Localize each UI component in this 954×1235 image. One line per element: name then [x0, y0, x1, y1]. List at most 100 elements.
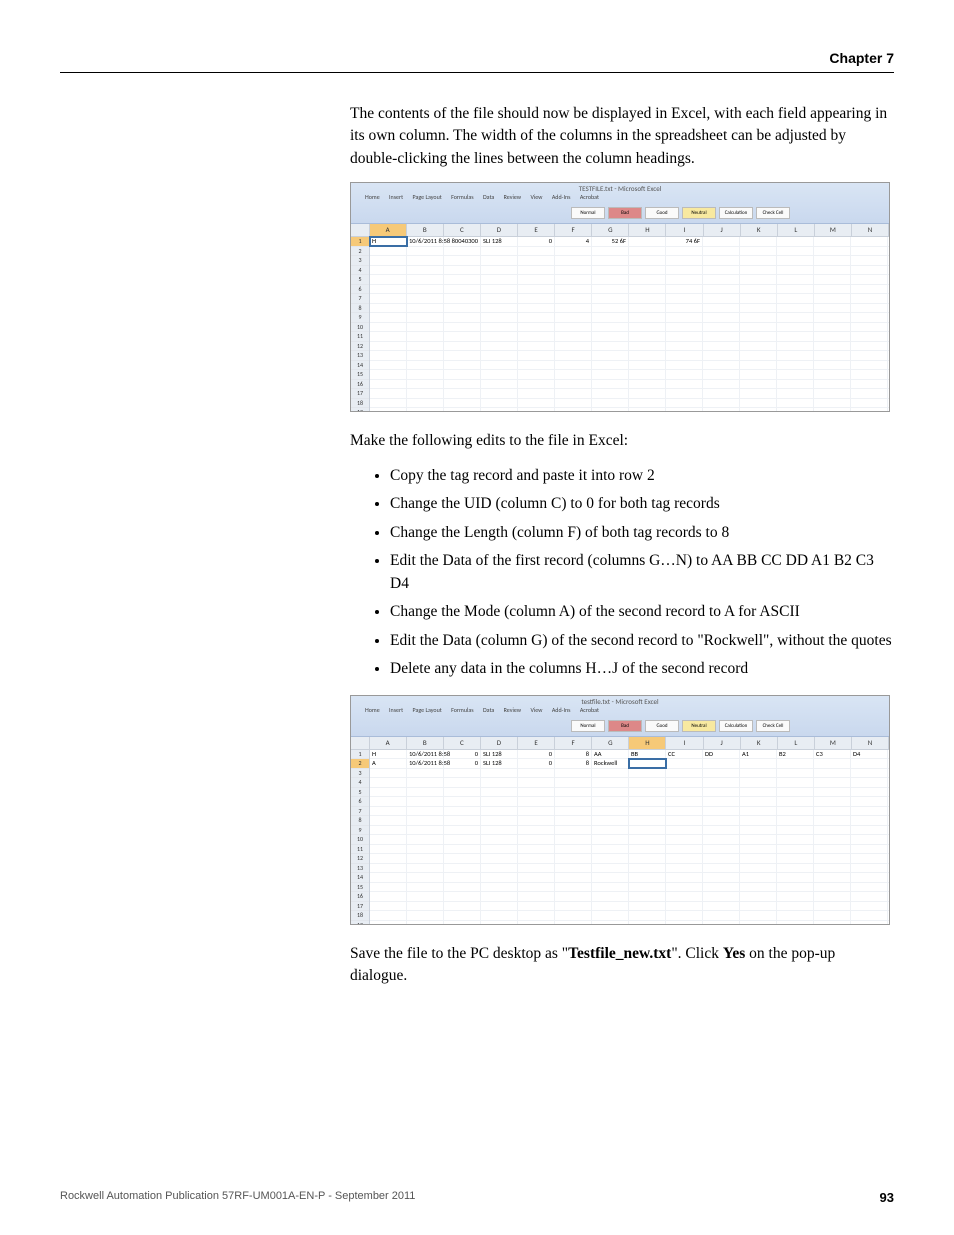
- cell[interactable]: [666, 304, 703, 313]
- cell[interactable]: [703, 788, 740, 797]
- cell[interactable]: [481, 323, 518, 332]
- cell[interactable]: [555, 380, 592, 389]
- cell[interactable]: [777, 759, 814, 768]
- cell[interactable]: 0: [518, 750, 555, 759]
- cell[interactable]: [703, 864, 740, 873]
- cell[interactable]: [444, 911, 481, 920]
- cell[interactable]: [407, 778, 444, 787]
- cell[interactable]: [407, 845, 444, 854]
- cell[interactable]: [370, 778, 407, 787]
- cell[interactable]: [814, 351, 851, 360]
- cell[interactable]: [407, 351, 444, 360]
- cell[interactable]: [407, 399, 444, 408]
- cell[interactable]: [703, 380, 740, 389]
- cell[interactable]: [703, 921, 740, 925]
- cell[interactable]: [740, 237, 777, 246]
- cell[interactable]: [481, 370, 518, 379]
- col-header[interactable]: N: [852, 224, 889, 236]
- cell[interactable]: [814, 323, 851, 332]
- cell[interactable]: [592, 323, 629, 332]
- cell[interactable]: [592, 256, 629, 265]
- cell[interactable]: [740, 816, 777, 825]
- cell[interactable]: [444, 342, 481, 351]
- cell[interactable]: [555, 854, 592, 863]
- cell[interactable]: [518, 399, 555, 408]
- cell[interactable]: [555, 313, 592, 322]
- cell[interactable]: 4: [555, 237, 592, 246]
- cell[interactable]: [740, 351, 777, 360]
- cell[interactable]: [444, 256, 481, 265]
- cell[interactable]: [407, 256, 444, 265]
- cell[interactable]: [740, 313, 777, 322]
- cell[interactable]: [444, 332, 481, 341]
- cell[interactable]: [777, 313, 814, 322]
- cell[interactable]: [444, 854, 481, 863]
- cell[interactable]: [629, 304, 666, 313]
- cell[interactable]: SLI 128: [481, 759, 518, 768]
- cell[interactable]: [481, 807, 518, 816]
- cell[interactable]: [666, 883, 703, 892]
- cell[interactable]: [666, 332, 703, 341]
- cell[interactable]: [444, 892, 481, 901]
- cell[interactable]: [629, 266, 666, 275]
- cell[interactable]: [629, 902, 666, 911]
- cell[interactable]: [407, 361, 444, 370]
- cell[interactable]: [814, 247, 851, 256]
- cell[interactable]: 8: [555, 759, 592, 768]
- ribbon-tab[interactable]: Home: [365, 193, 380, 201]
- cell[interactable]: [629, 275, 666, 284]
- cell[interactable]: [740, 807, 777, 816]
- cell[interactable]: [370, 883, 407, 892]
- cell[interactable]: [777, 835, 814, 844]
- cell[interactable]: [740, 256, 777, 265]
- cell[interactable]: [629, 342, 666, 351]
- cell[interactable]: [444, 323, 481, 332]
- ribbon-tab[interactable]: Data: [483, 706, 494, 714]
- cell[interactable]: [740, 266, 777, 275]
- cell[interactable]: [444, 361, 481, 370]
- cell[interactable]: [814, 256, 851, 265]
- cell[interactable]: [666, 759, 703, 768]
- cell[interactable]: [370, 835, 407, 844]
- cell[interactable]: [407, 883, 444, 892]
- cell[interactable]: [555, 778, 592, 787]
- cell[interactable]: [555, 304, 592, 313]
- cell[interactable]: [814, 769, 851, 778]
- cell[interactable]: [444, 294, 481, 303]
- cell[interactable]: [555, 332, 592, 341]
- col-header[interactable]: I: [666, 737, 703, 749]
- cell[interactable]: [370, 892, 407, 901]
- row-number[interactable]: 16: [351, 892, 369, 902]
- cell[interactable]: [703, 835, 740, 844]
- row-number[interactable]: 6: [351, 285, 369, 295]
- cell[interactable]: [518, 826, 555, 835]
- cell[interactable]: [518, 892, 555, 901]
- cell[interactable]: [777, 380, 814, 389]
- row-number[interactable]: 5: [351, 788, 369, 798]
- cell[interactable]: [777, 266, 814, 275]
- cell[interactable]: [407, 380, 444, 389]
- cell[interactable]: [740, 408, 777, 412]
- cell[interactable]: [407, 835, 444, 844]
- col-header[interactable]: D: [481, 737, 518, 749]
- col-header[interactable]: H: [629, 737, 666, 749]
- cell[interactable]: [592, 399, 629, 408]
- cell[interactable]: [555, 892, 592, 901]
- cell[interactable]: [555, 351, 592, 360]
- cell[interactable]: [703, 266, 740, 275]
- cell[interactable]: [481, 304, 518, 313]
- row-number[interactable]: 18: [351, 911, 369, 921]
- cell[interactable]: [555, 285, 592, 294]
- cell[interactable]: [703, 845, 740, 854]
- cell[interactable]: [592, 351, 629, 360]
- cell[interactable]: [851, 380, 888, 389]
- cell[interactable]: [555, 266, 592, 275]
- cell[interactable]: [666, 294, 703, 303]
- cell[interactable]: [851, 237, 888, 246]
- cell[interactable]: [629, 256, 666, 265]
- cell[interactable]: [740, 845, 777, 854]
- cell[interactable]: [629, 389, 666, 398]
- cell[interactable]: [592, 313, 629, 322]
- cell[interactable]: [703, 769, 740, 778]
- cell[interactable]: 10/6/2011 8:58: [407, 237, 444, 246]
